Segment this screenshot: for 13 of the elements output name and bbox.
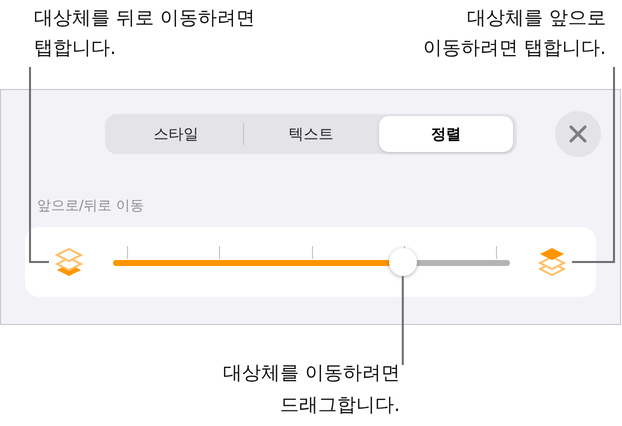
slider-thumb[interactable] (388, 248, 417, 276)
callout-text: 대상체를 앞으로 이동하려면 탭합니다. (422, 6, 607, 61)
callout-text: 대상체를 뒤로 이동하려면 탭합니다. (33, 6, 256, 61)
slider[interactable] (113, 247, 510, 277)
tab[interactable]: 정렬 (379, 116, 513, 152)
tab[interactable]: 텍스트 (244, 116, 378, 152)
close-icon (568, 124, 588, 144)
callout-text: 대상체를 이동하려면 드래그합니다. (222, 361, 400, 418)
send-backward-icon[interactable] (55, 247, 83, 277)
bring-forward-icon[interactable] (538, 247, 566, 277)
close-button[interactable] (555, 111, 601, 157)
section-label: 앞으로/뒤로 이동 (36, 197, 146, 215)
tab[interactable]: 스타일 (109, 116, 243, 152)
